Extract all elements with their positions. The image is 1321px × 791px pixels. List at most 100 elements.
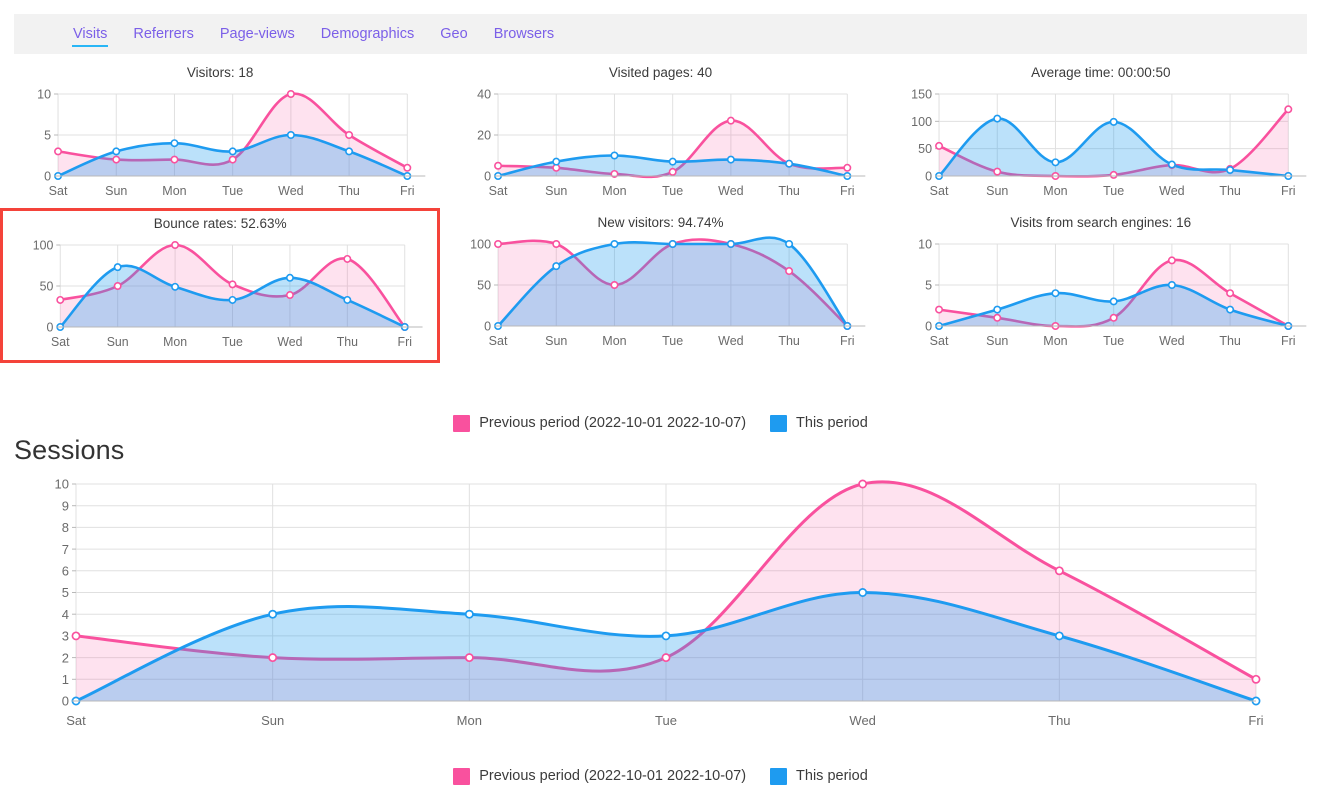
tab-label: Demographics [320,26,415,42]
data-point[interactable] [727,155,736,164]
data-point[interactable] [112,147,121,156]
data-point[interactable] [286,90,295,99]
data-point[interactable] [345,147,354,156]
tab-demographics[interactable]: Demographics [308,14,428,54]
legend-item-this-period[interactable]: This period [770,767,868,785]
data-point[interactable] [610,151,619,160]
y-axis-tick-label: 10 [918,238,932,252]
data-point[interactable] [934,305,943,314]
data-point[interactable] [1054,566,1064,576]
x-axis-tick-label: Mon [1043,334,1067,348]
data-point[interactable] [610,280,619,289]
tab-browsers[interactable]: Browsers [481,14,567,54]
data-point[interactable] [285,291,294,300]
data-point[interactable] [494,161,503,170]
data-point[interactable] [661,653,671,663]
data-point[interactable] [727,240,736,249]
metric-panel-visitors[interactable]: Visitors: 18 0 5 10 Sat Sun Mon Tue Wed Thu Fri [0,60,440,210]
data-point[interactable] [992,305,1001,314]
metric-panel-bounce-rates[interactable]: Bounce rates: 52.63% 0 50 100 Sat Sun Mon Tue We… [0,208,441,363]
data-point[interactable] [1051,158,1060,167]
data-point[interactable] [1225,165,1234,174]
data-point[interactable] [464,609,474,619]
data-point[interactable] [343,254,352,263]
tab-visits[interactable]: Visits [60,14,120,54]
data-point[interactable] [1109,117,1118,126]
data-point[interactable] [661,631,671,641]
data-point[interactable] [228,155,237,164]
x-axis-tick-label: Sun [986,334,1008,348]
data-point[interactable] [1051,289,1060,298]
data-point[interactable] [113,281,122,290]
legend-item-previous-period[interactable]: Previous period (2022-10-01 2022-10-07) [453,414,746,432]
data-point[interactable] [171,282,180,291]
data-point[interactable] [727,116,736,125]
data-point[interactable] [552,240,561,249]
data-point[interactable] [170,139,179,148]
data-point[interactable] [785,159,794,168]
data-point[interactable] [1251,674,1261,684]
data-point[interactable] [112,155,121,164]
data-point[interactable] [113,263,122,272]
y-axis-tick-label: 7 [62,542,69,557]
data-point[interactable] [345,130,354,139]
data-point[interactable] [785,267,794,276]
tab-geo[interactable]: Geo [427,14,480,54]
data-point[interactable] [552,262,561,271]
data-point[interactable] [992,114,1001,123]
data-point[interactable] [1225,289,1234,298]
data-point[interactable] [1109,313,1118,322]
data-point[interactable] [1054,631,1064,641]
legend-item-this-period[interactable]: This period [770,414,868,432]
data-point[interactable] [1283,105,1292,114]
tab-page-views[interactable]: Page-views [207,14,308,54]
data-point[interactable] [668,157,678,166]
metric-panel-visits-from-search-engines[interactable]: Visits from search engines: 16 0 5 10 Sat Sun… [881,210,1321,360]
y-axis-tick-label: 40 [477,88,491,102]
data-point[interactable] [843,163,852,172]
data-point[interactable] [858,588,868,597]
data-point[interactable] [1225,305,1234,314]
data-point[interactable] [785,240,794,249]
data-point[interactable] [934,141,943,150]
tab-referrers[interactable]: Referrers [120,14,206,54]
data-point[interactable] [1109,297,1118,306]
data-point[interactable] [992,167,1001,176]
data-point[interactable] [228,280,237,289]
data-point[interactable] [1109,170,1118,179]
x-axis-tick-label: Tue [662,334,683,348]
data-point[interactable] [228,295,237,304]
data-point[interactable] [170,155,179,164]
data-point[interactable] [992,313,1001,322]
metric-panel-new-visitors[interactable]: New visitors: 94.74% 0 50 100 Sat Sun Mon Tue We… [440,210,880,360]
x-axis-tick-label: Fri [840,184,855,198]
tab-active-underline [72,45,109,47]
data-point[interactable] [1167,256,1176,265]
data-point[interactable] [171,241,180,250]
data-point[interactable] [668,167,678,176]
data-point[interactable] [610,240,619,249]
data-point[interactable] [464,653,474,663]
data-point[interactable] [228,147,237,156]
data-point[interactable] [286,130,295,139]
y-axis-tick-label: 0 [46,320,53,334]
data-point[interactable] [1167,280,1176,289]
data-point[interactable] [285,273,294,282]
legend-item-previous-period[interactable]: Previous period (2022-10-01 2022-10-07) [453,767,747,785]
data-point[interactable] [403,163,412,172]
data-point[interactable] [54,147,63,156]
metric-panel-visited-pages[interactable]: Visited pages: 40 0 20 40 Sat Sun Mon Tue Wed Thu… [440,60,880,210]
data-point[interactable] [494,240,503,249]
data-point[interactable] [552,157,561,166]
y-axis-tick-label: 0 [44,170,51,184]
data-point[interactable] [858,479,868,489]
data-point[interactable] [56,295,65,304]
data-point[interactable] [668,240,678,249]
data-point[interactable] [343,295,352,304]
data-point[interactable] [1167,160,1176,169]
data-point[interactable] [268,653,278,663]
data-point[interactable] [268,609,278,619]
data-point[interactable] [71,631,81,641]
metric-panel-average-time[interactable]: Average time: 00:00:50 0 50 100 150 Sat Sun Mon… [881,60,1321,210]
legend-label-previous-period: Previous period (2022-10-01 2022-10-07) [479,768,747,784]
